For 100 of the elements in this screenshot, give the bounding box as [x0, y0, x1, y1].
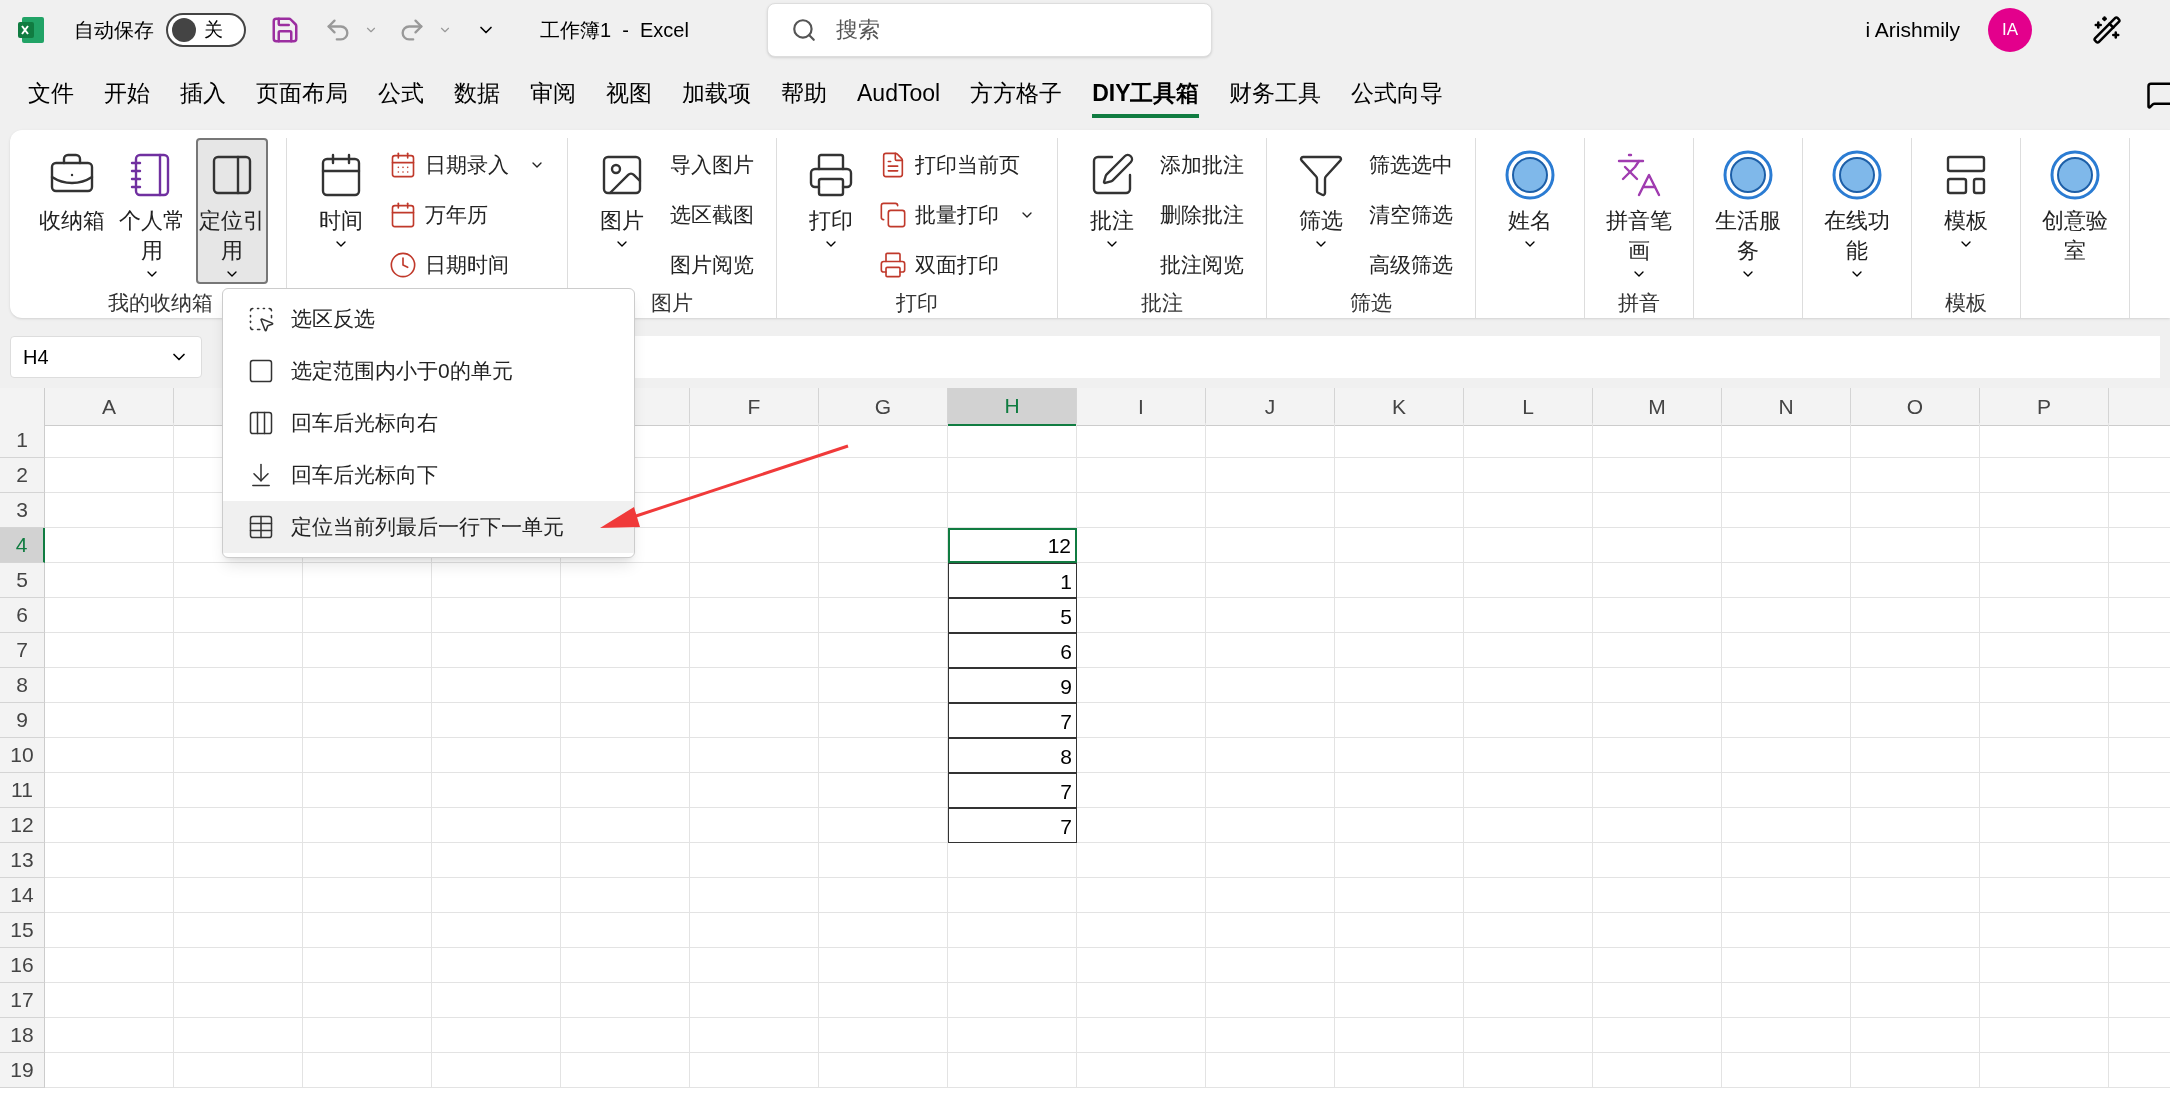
table-cell[interactable] — [1077, 738, 1206, 773]
table-cell[interactable] — [1335, 843, 1464, 878]
table-cell[interactable] — [45, 843, 174, 878]
table-cell[interactable] — [1593, 423, 1722, 458]
table-cell[interactable]: 7 — [948, 703, 1077, 738]
table-cell[interactable] — [1722, 773, 1851, 808]
table-cell[interactable] — [1464, 528, 1593, 563]
column-header[interactable]: P — [1980, 388, 2109, 426]
table-cell[interactable] — [1722, 913, 1851, 948]
table-cell[interactable] — [1722, 493, 1851, 528]
ribbon-button[interactable]: 生活服务 — [1712, 138, 1784, 284]
column-header[interactable]: A — [45, 388, 174, 426]
table-cell[interactable] — [1206, 563, 1335, 598]
table-cell[interactable] — [561, 773, 690, 808]
table-cell[interactable] — [1980, 773, 2109, 808]
column-header[interactable]: L — [1464, 388, 1593, 426]
table-cell[interactable] — [432, 773, 561, 808]
table-cell[interactable] — [1464, 1018, 1593, 1053]
table-cell[interactable] — [1206, 458, 1335, 493]
table-cell[interactable] — [303, 1053, 432, 1088]
table-cell[interactable] — [1722, 563, 1851, 598]
table-cell[interactable]: 7 — [948, 808, 1077, 843]
table-cell[interactable] — [1851, 563, 1980, 598]
table-cell[interactable]: 5 — [948, 598, 1077, 633]
table-cell[interactable] — [561, 983, 690, 1018]
menu-item[interactable]: 回车后光标向下 — [223, 449, 634, 501]
table-cell[interactable] — [1851, 983, 1980, 1018]
table-cell[interactable] — [561, 1053, 690, 1088]
table-cell[interactable] — [819, 458, 948, 493]
table-cell[interactable] — [819, 773, 948, 808]
table-cell[interactable] — [45, 738, 174, 773]
table-cell[interactable] — [1206, 948, 1335, 983]
table-cell[interactable] — [45, 948, 174, 983]
table-cell[interactable] — [561, 703, 690, 738]
table-cell[interactable] — [1206, 1018, 1335, 1053]
table-cell[interactable] — [1335, 1018, 1464, 1053]
table-cell[interactable] — [948, 878, 1077, 913]
table-cell[interactable] — [432, 913, 561, 948]
table-cell[interactable] — [1077, 983, 1206, 1018]
table-cell[interactable] — [174, 1053, 303, 1088]
table-cell[interactable] — [1851, 458, 1980, 493]
table-cell[interactable] — [819, 528, 948, 563]
table-cell[interactable] — [174, 983, 303, 1018]
table-cell[interactable] — [819, 913, 948, 948]
row-header[interactable]: 12 — [0, 808, 45, 843]
table-cell[interactable] — [303, 1018, 432, 1053]
table-cell[interactable] — [1851, 773, 1980, 808]
table-cell[interactable]: 8 — [948, 738, 1077, 773]
table-cell[interactable] — [1593, 598, 1722, 633]
name-box[interactable]: H4 — [10, 336, 202, 378]
table-cell[interactable] — [1206, 738, 1335, 773]
table-cell[interactable] — [1464, 668, 1593, 703]
table-cell[interactable] — [1335, 493, 1464, 528]
row-header[interactable]: 8 — [0, 668, 45, 703]
table-cell[interactable] — [1464, 878, 1593, 913]
row-header[interactable]: 14 — [0, 878, 45, 913]
table-cell[interactable] — [561, 1018, 690, 1053]
table-cell[interactable] — [432, 563, 561, 598]
table-cell[interactable] — [561, 843, 690, 878]
table-cell[interactable] — [690, 773, 819, 808]
table-cell[interactable] — [1722, 738, 1851, 773]
ribbon-tab[interactable]: DIY工具箱 — [1092, 72, 1200, 118]
table-cell[interactable] — [432, 878, 561, 913]
table-cell[interactable] — [561, 633, 690, 668]
table-cell[interactable] — [303, 703, 432, 738]
table-cell[interactable] — [45, 528, 174, 563]
table-cell[interactable] — [1335, 633, 1464, 668]
ribbon-tab[interactable]: 帮助 — [781, 72, 827, 118]
row-header[interactable]: 11 — [0, 773, 45, 808]
table-cell[interactable] — [948, 913, 1077, 948]
table-cell[interactable] — [1722, 1053, 1851, 1088]
column-header[interactable]: N — [1722, 388, 1851, 426]
table-cell[interactable]: 6 — [948, 633, 1077, 668]
ribbon-button[interactable]: 时间 — [305, 138, 377, 284]
table-cell[interactable] — [948, 1018, 1077, 1053]
table-cell[interactable] — [1980, 808, 2109, 843]
table-cell[interactable] — [1980, 913, 2109, 948]
row-header[interactable]: 5 — [0, 563, 45, 598]
table-cell[interactable] — [1593, 668, 1722, 703]
table-cell[interactable] — [561, 563, 690, 598]
table-cell[interactable] — [174, 773, 303, 808]
ribbon-tab[interactable]: 数据 — [454, 72, 500, 118]
table-cell[interactable] — [1593, 528, 1722, 563]
table-cell[interactable] — [432, 1053, 561, 1088]
table-cell[interactable] — [1464, 1053, 1593, 1088]
ribbon-tab[interactable]: 插入 — [180, 72, 226, 118]
column-header[interactable]: G — [819, 388, 948, 426]
table-cell[interactable] — [45, 703, 174, 738]
table-cell[interactable] — [1077, 528, 1206, 563]
table-cell[interactable]: 12 — [948, 528, 1077, 563]
table-cell[interactable] — [819, 843, 948, 878]
table-cell[interactable] — [1206, 913, 1335, 948]
table-cell[interactable] — [1851, 948, 1980, 983]
row-header[interactable]: 3 — [0, 493, 45, 528]
table-cell[interactable] — [1593, 563, 1722, 598]
ribbon-item[interactable]: 批注阅览 — [1160, 242, 1248, 288]
comment-icon[interactable] — [2146, 80, 2170, 110]
table-cell[interactable] — [45, 1053, 174, 1088]
table-cell[interactable] — [690, 843, 819, 878]
table-cell[interactable] — [1980, 493, 2109, 528]
